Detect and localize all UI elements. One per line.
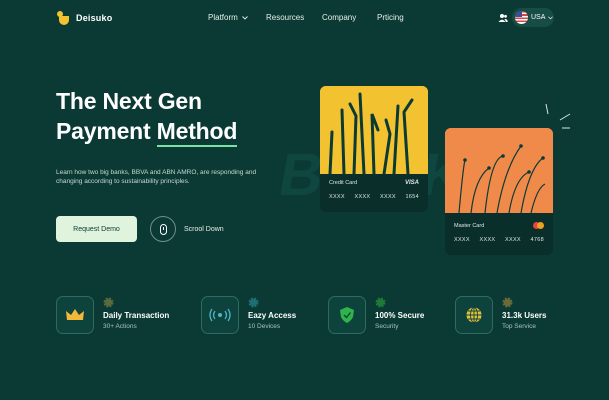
users-icon[interactable] [498,13,508,23]
chevron-down-icon [548,15,554,19]
hero-title-line1: The Next Gen [56,88,202,114]
stat-title: 31.3k Users [502,310,547,320]
card-number-group: 1654 [405,194,419,200]
us-flag-icon [515,11,528,24]
stat-subtitle: 30+ Actions [103,322,137,330]
card-label: Credit Card [329,180,358,186]
stat-icon-box [455,296,493,334]
gear-icon [375,296,386,308]
brand-logo[interactable]: Deisuko [56,11,112,25]
card-number-group: XXXX [354,194,371,200]
nav-pricing[interactable]: Prticing [377,13,404,22]
nav-platform-label: Platform [208,13,238,22]
hero-title-word: Payment [56,118,157,144]
brand-name: Deisuko [76,13,113,23]
hero-title-highlight: Method [156,118,237,147]
nav-resources[interactable]: Resources [266,13,304,22]
scroll-down-button[interactable]: Scrool Down [150,216,224,242]
stat-title: Daily Transaction [103,310,170,320]
nav-platform[interactable]: Platform [208,13,248,22]
language-selector[interactable]: USA [512,8,554,27]
stat-icon-box [56,296,94,334]
card-number: XXXX XXXX XXXX 1654 [329,194,419,200]
hero-title: The Next Gen Payment Method [56,86,237,147]
stat-subtitle: Top Service [502,322,536,330]
shield-icon [340,307,354,323]
scroll-down-label: Scrool Down [184,225,224,233]
stat-icon-box [328,296,366,334]
mastercard-logo-icon [533,222,544,229]
gear-icon [248,296,259,308]
stat-easy-access: Eazy Access 10 Devices [201,296,296,334]
stat-subtitle: Security [375,322,399,330]
wireless-icon [209,308,231,322]
stat-title: Eazy Access [248,310,297,320]
globe-icon [466,307,482,323]
gear-icon [502,296,513,308]
request-demo-button[interactable]: Request Demo [56,216,137,242]
stat-users: 31.3k Users Top Service [455,296,546,334]
chevron-down-icon [241,15,248,20]
crown-icon [66,309,84,320]
credit-card[interactable]: Credit Card VISA XXXX XXXX XXXX 1654 [320,86,428,212]
card-number: XXXX XXXX XXXX 4768 [454,237,544,243]
nav-company[interactable]: Company [322,13,356,22]
stat-icon-box [201,296,239,334]
hero-description: Learn how two big banks, BBVA and ABN AM… [56,169,257,185]
card-art-curves [445,128,553,213]
card-label: Master Card [454,222,485,229]
logo-icon [56,11,70,25]
stat-subtitle: 10 Devices [248,322,281,330]
master-card[interactable]: Master Card XXXX XXXX XXXX 4768 [445,128,553,255]
gear-icon [103,296,114,308]
stat-secure: 100% Secure Security [328,296,424,334]
stat-daily-transaction: Daily Transaction 30+ Actions [56,296,169,334]
visa-logo: VISA [404,180,419,186]
card-number-group: XXXX [479,237,496,243]
mouse-icon [159,223,167,235]
card-number-group: XXXX [454,237,470,243]
language-label: USA [531,14,546,21]
stat-title: 100% Secure [375,310,425,320]
card-number-group: XXXX [505,237,521,243]
card-number-group: XXXX [329,194,345,200]
scroll-circle [150,216,176,242]
card-number-group: 4768 [530,237,544,243]
card-number-group: XXXX [380,194,396,200]
card-art-stems [320,86,428,174]
hero-title-line2: Payment Method [56,116,237,147]
